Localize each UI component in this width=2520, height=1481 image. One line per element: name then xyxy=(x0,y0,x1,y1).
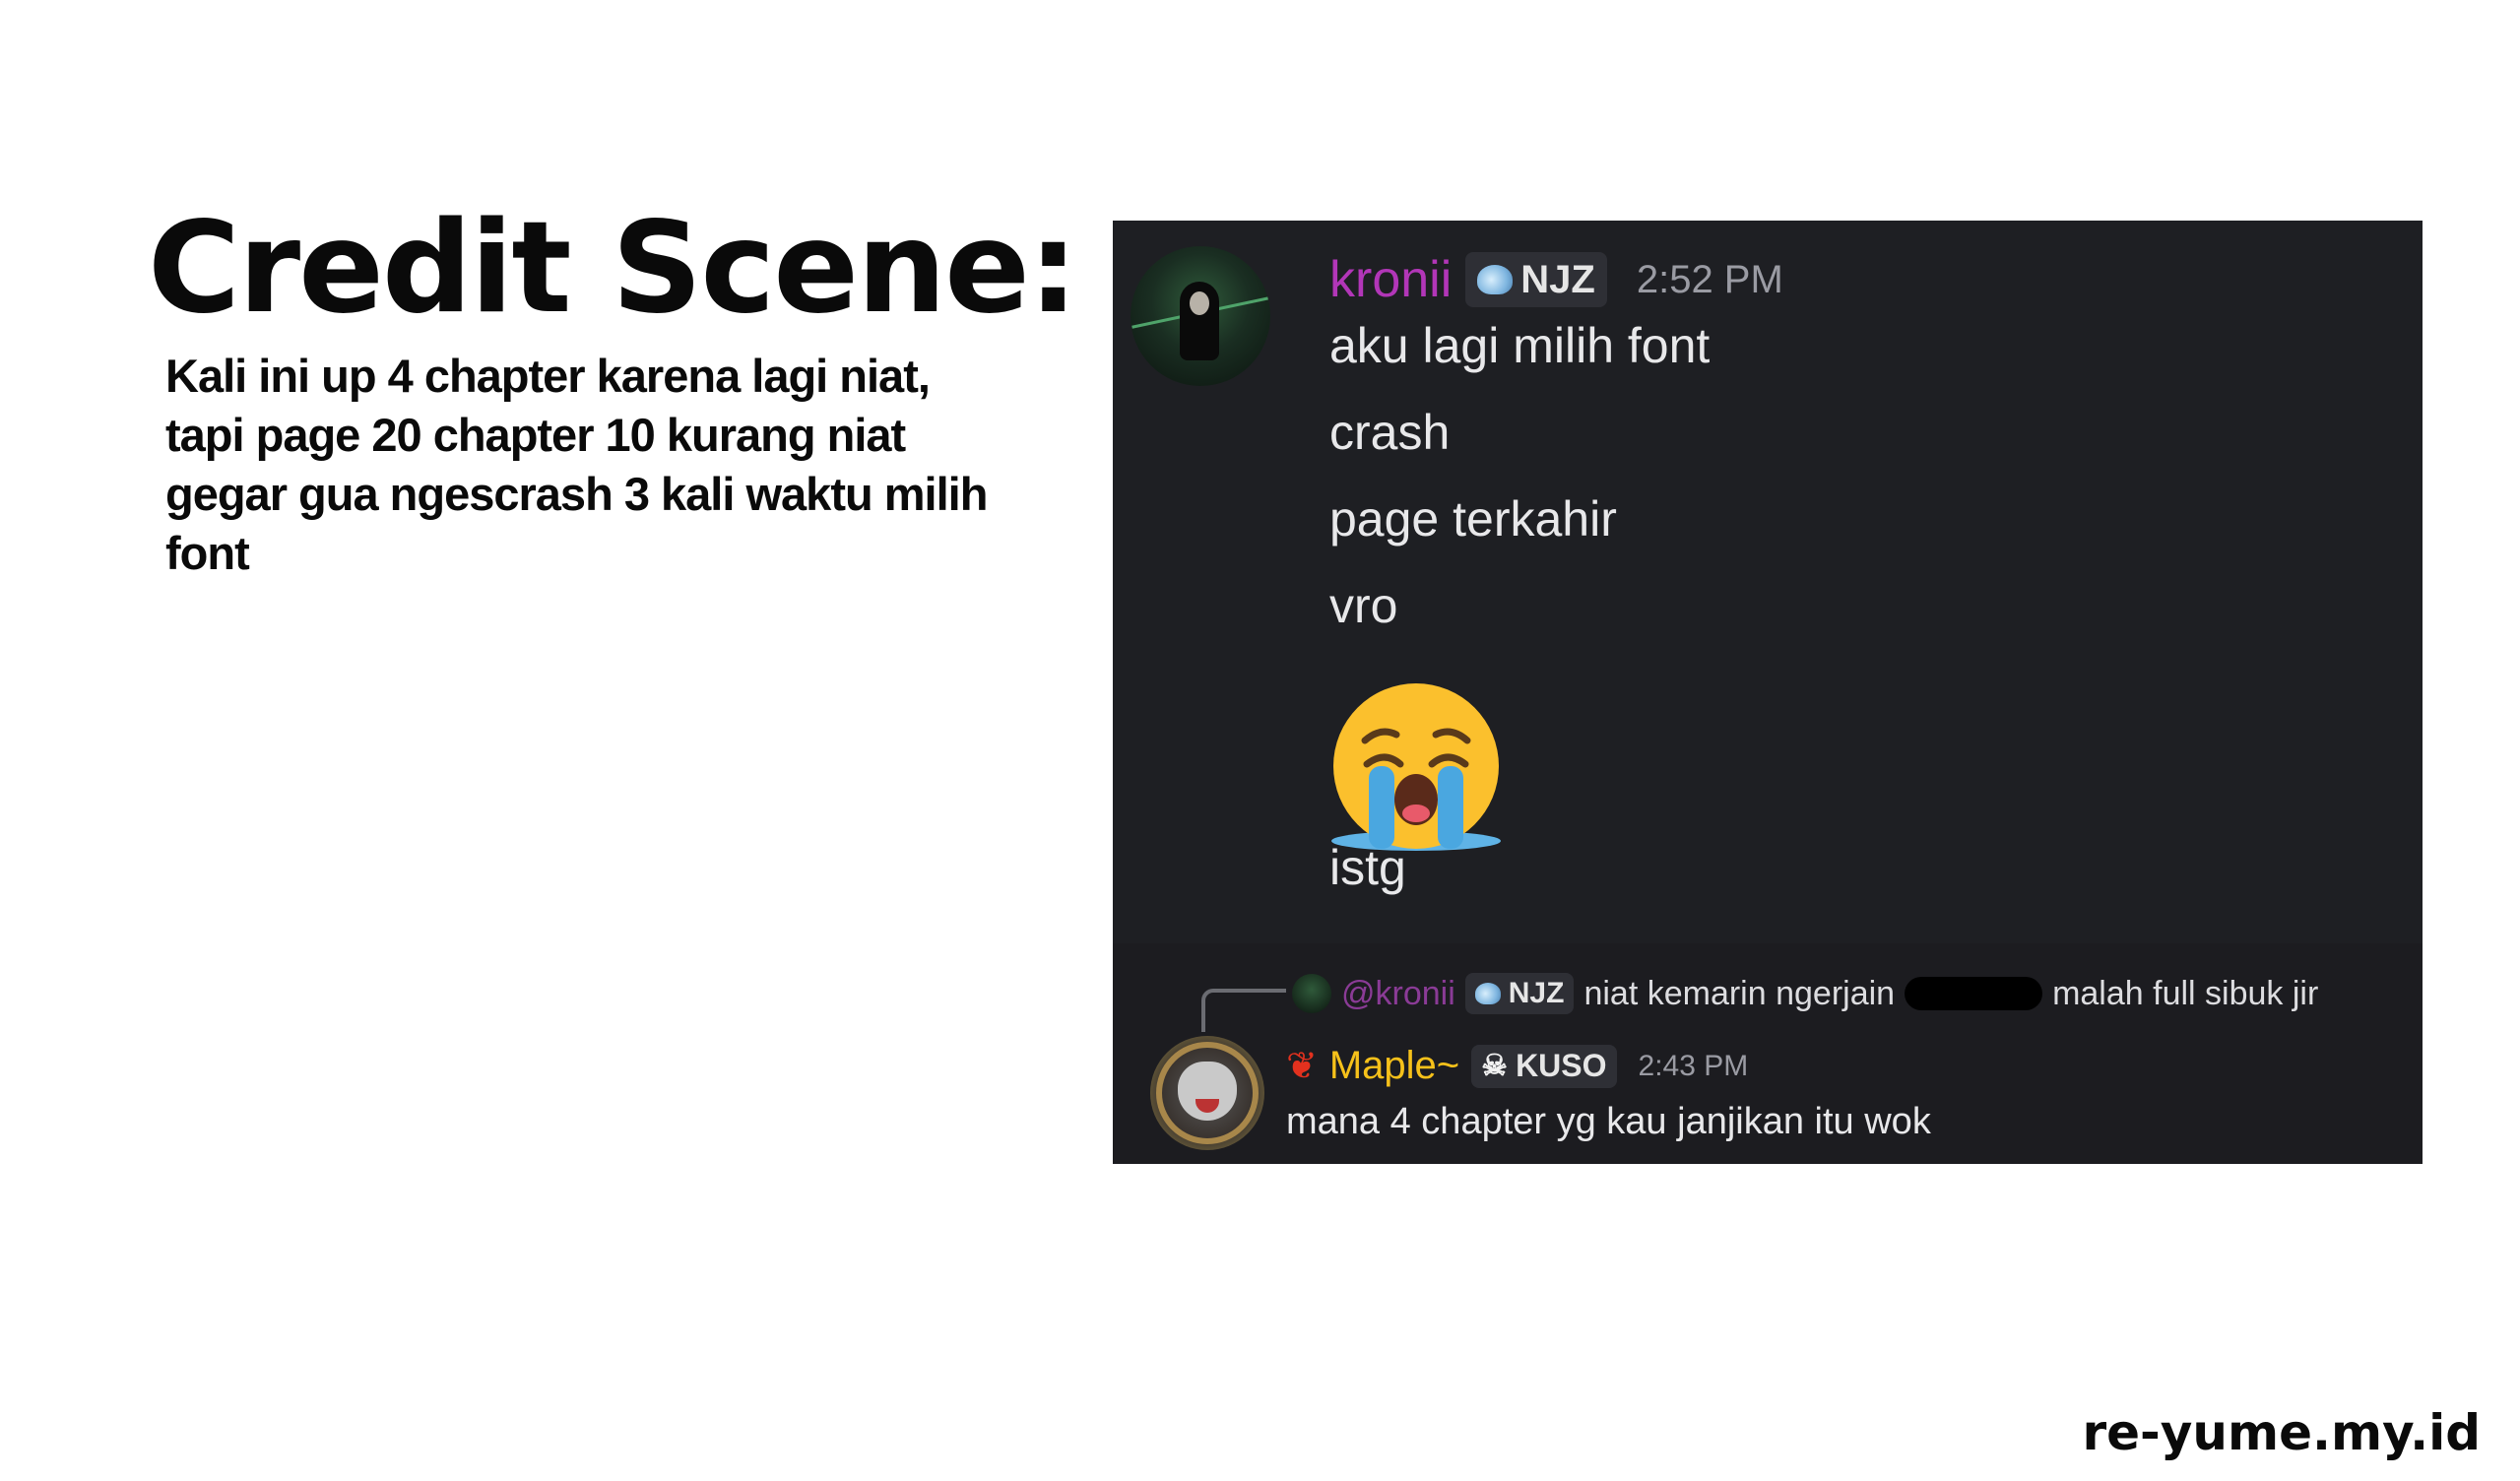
message-line: istg xyxy=(1329,840,1406,895)
message1-header: kronii NJZ 2:52 PM xyxy=(1329,250,1783,309)
reply-server-tag: NJZ xyxy=(1464,973,1575,1014)
server-tag[interactable]: ☠ KUSO xyxy=(1471,1044,1617,1088)
username-maple[interactable]: Maple~ xyxy=(1329,1044,1459,1088)
avatar-kronii[interactable] xyxy=(1131,246,1270,386)
message2-timestamp: 2:43 PM xyxy=(1638,1049,1749,1082)
message2-text: mana 4 chapter yg kau janjikan itu wok xyxy=(1286,1101,1931,1142)
watermark: re-yume.my.id xyxy=(2082,1404,2481,1461)
maple-leaf-icon: ❦ xyxy=(1286,1046,1318,1087)
reply-avatar xyxy=(1292,974,1331,1013)
reply-text-after: malah full sibuk jir xyxy=(2052,974,2319,1012)
page-title: Credit Scene: xyxy=(148,195,1078,342)
username-kronii[interactable]: kronii xyxy=(1329,250,1452,309)
chat-top-section xyxy=(1113,221,2423,943)
reply-preview[interactable]: @kronii NJZ niat kemarin ngerjain malah … xyxy=(1292,973,2318,1014)
tag-icon xyxy=(1474,983,1501,1004)
server-tag-label: NJZ xyxy=(1520,257,1595,301)
message-line: aku lagi milih font xyxy=(1329,318,1711,373)
avatar-maple[interactable] xyxy=(1150,1036,1264,1150)
message-line: crash xyxy=(1329,405,1451,460)
server-tag-label: KUSO xyxy=(1516,1048,1607,1083)
loudly-crying-face-icon xyxy=(1331,683,1501,851)
message1-timestamp: 2:52 PM xyxy=(1636,257,1783,301)
reply-username[interactable]: @kronii xyxy=(1341,975,1455,1013)
reply-tag-label: NJZ xyxy=(1508,977,1565,1009)
message-line: vro xyxy=(1329,578,1398,633)
emoji-tear-left xyxy=(1369,766,1394,849)
skull-icon: ☠ xyxy=(1481,1050,1509,1082)
description-text: Kali ini up 4 chapter karena lagi niat, … xyxy=(165,350,988,579)
emoji-tongue xyxy=(1402,805,1430,822)
page: Credit Scene: Kali ini up 4 chapter kare… xyxy=(0,0,2520,1481)
emoji-tear-right xyxy=(1438,766,1463,849)
server-tag[interactable]: NJZ xyxy=(1465,252,1607,307)
chat-screenshot: kronii NJZ 2:52 PM aku lagi milih font c… xyxy=(1113,221,2423,1164)
message2-header: ❦ Maple~ ☠ KUSO 2:43 PM xyxy=(1286,1044,1748,1088)
message-line: page terkahir xyxy=(1329,491,1617,547)
avatar-face xyxy=(1190,291,1209,315)
censor-bar xyxy=(1905,977,2043,1010)
reply-connector xyxy=(1201,989,1286,1032)
reply-text-before: niat kemarin ngerjain xyxy=(1583,974,1896,1012)
tag-icon xyxy=(1477,265,1514,294)
